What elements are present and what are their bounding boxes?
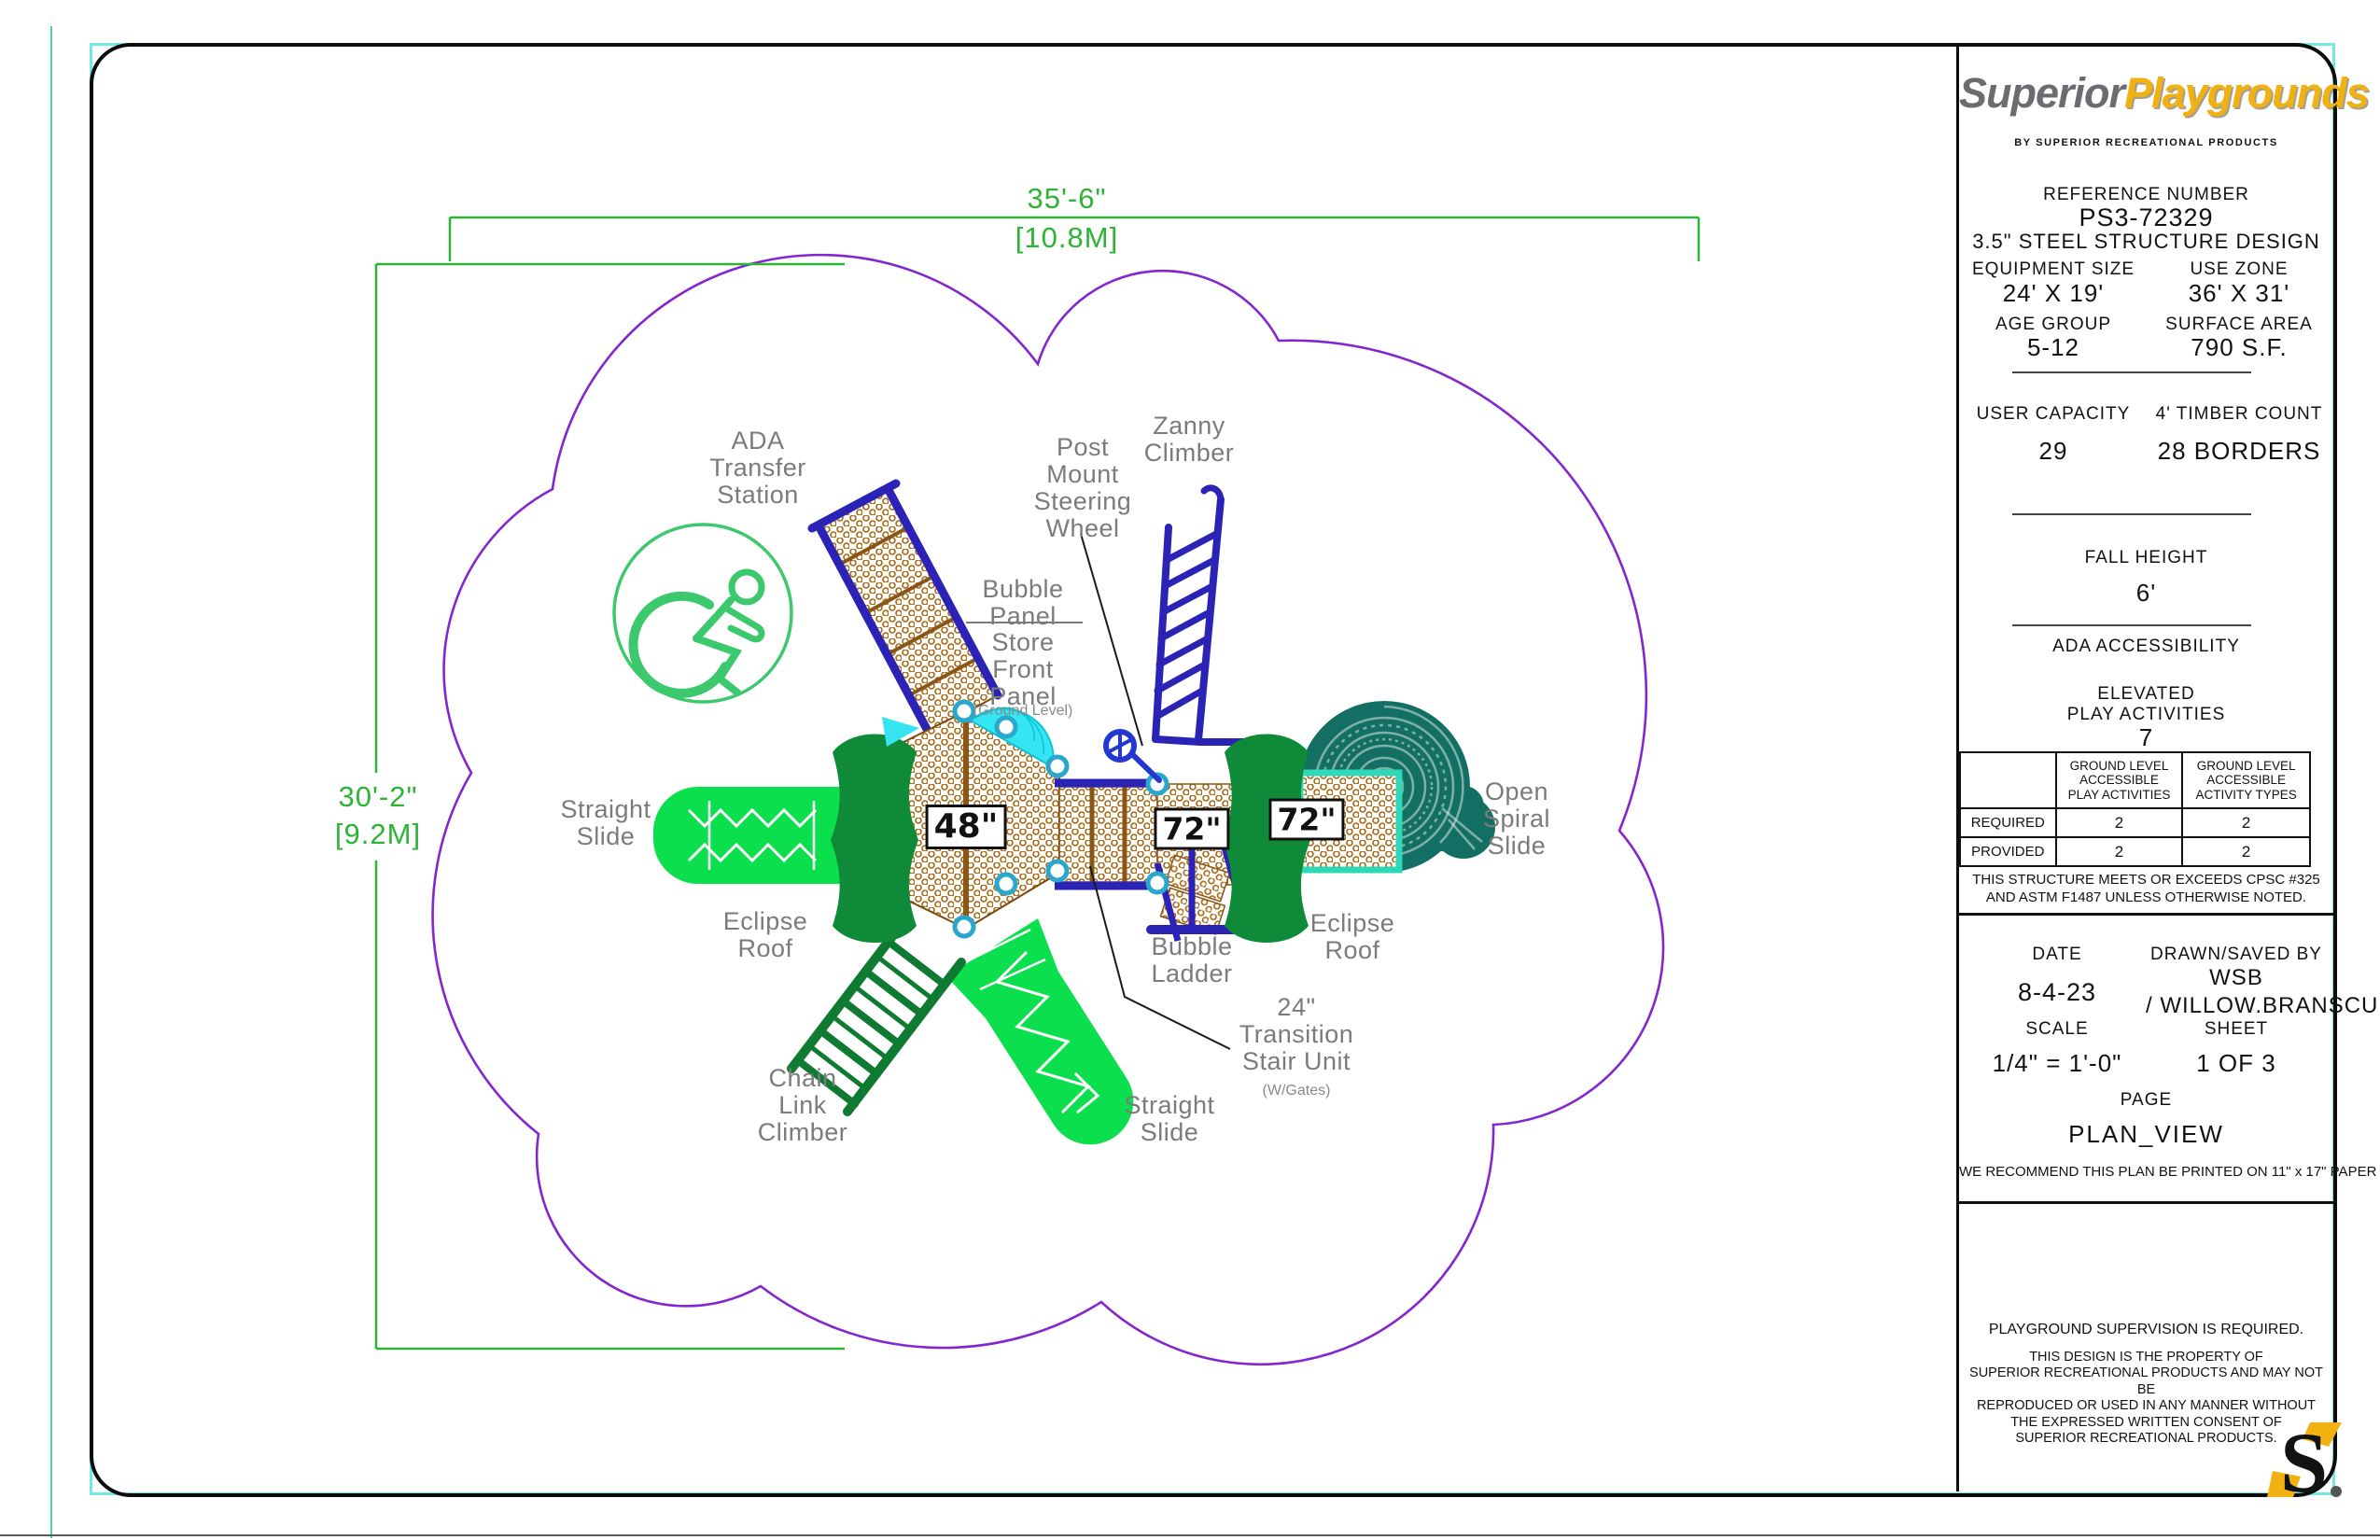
label-bubble-ladder: Bubble Ladder <box>1151 933 1232 987</box>
label-straight-slide-left: Straight Slide <box>560 796 651 850</box>
plan-sheet: 35'-6" [10.8M] 30'-2" [9.2M] ADA Transfe… <box>0 0 2380 1540</box>
table-col2-header: GROUND LEVEL ACCESSIBLE ACTIVITY TYPES <box>2182 752 2310 808</box>
s-mark-letter: S <box>2280 1419 2328 1503</box>
date-value: 8-4-23 <box>1959 978 2155 1007</box>
dim-height-ft: 30'-2" <box>339 780 418 814</box>
label-transition-stair-sub: (W/Gates) <box>1263 1083 1331 1099</box>
deck-height-badge-72-bridge: 72" <box>1154 808 1229 850</box>
logo-superior: Superior <box>1959 69 2124 117</box>
dim-height-m: [9.2M] <box>335 818 421 851</box>
drawn-by-value-2: / WILLOW.BRANSCUM <box>2146 993 2380 1019</box>
label-eclipse-roof-right: Eclipse Roof <box>1310 910 1395 964</box>
table-row-required: REQUIRED 2 2 <box>1960 808 2310 837</box>
label-zanny-climber: Zanny Climber <box>1144 413 1235 467</box>
fall-height-label: FALL HEIGHT <box>1959 548 2333 568</box>
row-value: 2 <box>2182 808 2310 837</box>
label-eclipse-roof-left: Eclipse Roof <box>723 908 808 962</box>
user-capacity-label: USER CAPACITY <box>1959 404 2148 425</box>
s-mark-logo: S <box>2265 1419 2349 1503</box>
eclipse-roof-left <box>831 735 918 944</box>
compliance-note: THIS STRUCTURE MEETS OR EXCEEDS CPSC #32… <box>1959 872 2333 907</box>
company-logo: SuperiorPlaygrounds <box>1959 69 2333 118</box>
sheet-label: SHEET <box>2136 1019 2336 1040</box>
elevated-play-label: ELEVATED PLAY ACTIVITIES <box>1959 684 2333 725</box>
deck-height-badge-72-tower: 72" <box>1268 799 1344 841</box>
wheelchair-icon <box>614 525 791 702</box>
label-store-front-panel: Store Front Panel <box>989 629 1057 710</box>
reference-number-label: REFERENCE NUMBER <box>1959 185 2333 205</box>
bubble-panel-underline <box>966 622 1083 623</box>
ada-transfer-ramp <box>812 483 998 733</box>
user-capacity-value: 29 <box>1959 437 2148 466</box>
elevated-play-value: 7 <box>1959 723 2333 752</box>
straight-slide-left <box>653 787 845 884</box>
surface-area-value: 790 S.F. <box>2145 333 2333 362</box>
logo-tagline: BY SUPERIOR RECREATIONAL PRODUCTS <box>1959 137 2333 148</box>
equipment-size-value: 24' X 19' <box>1959 279 2148 308</box>
s-mark-dot <box>2331 1486 2342 1497</box>
date-label: DATE <box>1959 945 2155 965</box>
equipment-size-label: EQUIPMENT SIZE <box>1959 259 2148 280</box>
divider <box>2012 371 2251 373</box>
use-zone-label: USE ZONE <box>2145 259 2333 280</box>
label-post-mount-steering-wheel: Post Mount Steering Wheel <box>1034 434 1132 542</box>
table-col1-header: GROUND LEVEL ACCESSIBLE PLAY ACTIVITIES <box>2056 752 2183 808</box>
drawn-by-label: DRAWN/SAVED BY <box>2136 945 2336 965</box>
timber-count-value: 28 BORDERS <box>2145 437 2333 466</box>
label-transition-stair-unit: 24" Transition Stair Unit <box>1239 994 1354 1075</box>
zanny-climber <box>1155 488 1281 742</box>
surface-area-label: SURFACE AREA <box>2145 315 2333 335</box>
fall-height-value: 6' <box>1959 579 2333 608</box>
scale-value: 1/4" = 1'-0" <box>1959 1049 2155 1078</box>
row-value: 2 <box>2056 837 2183 866</box>
drawn-by-value: WSB <box>2136 965 2336 991</box>
timber-count-label: 4' TIMBER COUNT <box>2145 404 2333 425</box>
label-store-front-sub: (Ground Level) <box>973 703 1073 720</box>
supervision-note: PLAYGROUND SUPERVISION IS REQUIRED. <box>1959 1322 2333 1338</box>
row-value: 2 <box>2056 808 2183 837</box>
reference-number-value: PS3-72329 <box>1959 203 2333 232</box>
table-corner-cell <box>1960 752 2056 808</box>
print-recommendation-note: WE RECOMMEND THIS PLAN BE PRINTED ON 11"… <box>1959 1164 2333 1180</box>
dim-width-ft: 35'-6" <box>1028 182 1107 216</box>
info-panel: SuperiorPlaygrounds BY SUPERIOR RECREATI… <box>1959 45 2333 1491</box>
thick-divider <box>1959 913 2333 916</box>
label-straight-slide-bottom: Straight Slide <box>1124 1092 1214 1146</box>
scale-label: SCALE <box>1959 1019 2155 1040</box>
straight-slide-bottom <box>946 918 1133 1144</box>
row-value: 2 <box>2182 837 2310 866</box>
use-zone-value: 36' X 31' <box>2145 279 2333 308</box>
sheet-value: 1 OF 3 <box>2136 1049 2336 1078</box>
table-row-provided: PROVIDED 2 2 <box>1960 837 2310 866</box>
logo-playgrounds: Playgrounds <box>2124 69 2369 117</box>
label-open-spiral-slide: Open Spiral Slide <box>1483 778 1550 860</box>
label-chain-link-climber: Chain Link Climber <box>758 1065 848 1146</box>
ada-accessibility-label: ADA ACCESSIBILITY <box>1959 637 2333 657</box>
age-group-label: AGE GROUP <box>1959 315 2148 335</box>
row-label: REQUIRED <box>1960 808 2056 837</box>
label-ada-transfer-station: ADA Transfer Station <box>709 427 806 509</box>
page-label: PAGE <box>1959 1090 2333 1111</box>
divider <box>2012 513 2251 515</box>
page-value: PLAN_VIEW <box>1959 1120 2333 1149</box>
dim-width-m: [10.8M] <box>1015 221 1118 255</box>
ada-accessibility-table: GROUND LEVEL ACCESSIBLE PLAY ACTIVITIES … <box>1959 751 2311 867</box>
structure-design: 3.5" STEEL STRUCTURE DESIGN <box>1959 230 2333 254</box>
steering-wheel <box>1106 732 1159 780</box>
age-group-value: 5-12 <box>1959 333 2148 362</box>
divider <box>2012 624 2251 626</box>
thick-divider <box>1959 1201 2333 1204</box>
deck-height-badge-48: 48" <box>926 805 1007 849</box>
row-label: PROVIDED <box>1960 837 2056 866</box>
